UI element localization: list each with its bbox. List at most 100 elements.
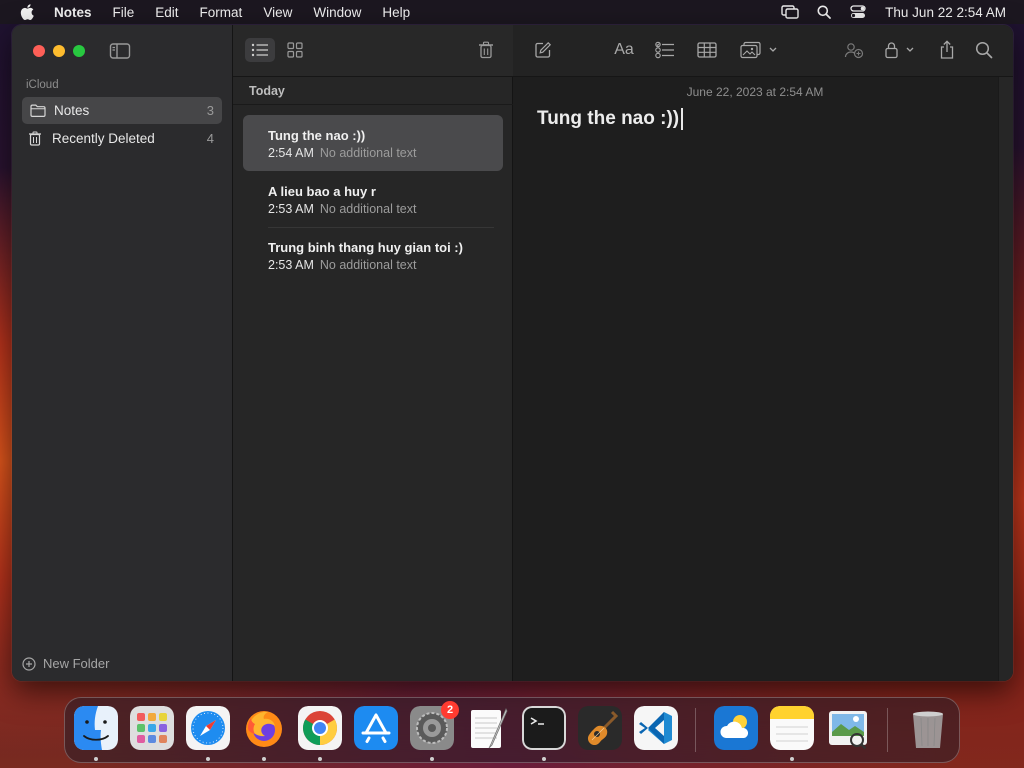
dock-trash[interactable] <box>906 706 950 750</box>
gallery-view-button[interactable] <box>280 38 310 62</box>
dock-garageband[interactable] <box>578 706 622 750</box>
folder-label: Recently Deleted <box>52 131 155 146</box>
delete-note-button[interactable] <box>475 38 497 62</box>
dock-weather[interactable] <box>714 706 758 750</box>
apple-menu-icon[interactable] <box>18 4 36 20</box>
note-time: 2:53 AM <box>268 202 314 216</box>
media-button[interactable] <box>739 39 781 61</box>
dock-app-store[interactable] <box>354 706 398 750</box>
trash-icon <box>479 41 493 59</box>
icloud-section-label: iCloud <box>26 79 59 91</box>
dock-textedit[interactable] <box>466 706 510 750</box>
checklist-button[interactable] <box>654 39 676 61</box>
menu-app-notes[interactable]: Notes <box>54 5 92 20</box>
weather-icon <box>714 706 758 750</box>
grid-icon <box>287 42 303 58</box>
compose-icon <box>535 41 552 58</box>
running-indicator <box>94 757 98 761</box>
terminal-icon <box>522 706 566 750</box>
lock-icon <box>885 42 914 59</box>
firefox-icon <box>246 711 282 747</box>
dock-divider <box>887 708 888 752</box>
dock-preview[interactable] <box>826 706 870 750</box>
dock-safari[interactable] <box>186 706 230 750</box>
sidebar-toggle-icon[interactable] <box>109 42 131 60</box>
menu-window[interactable]: Window <box>313 5 361 20</box>
menu-view[interactable]: View <box>263 5 292 20</box>
screen-mirroring-icon[interactable] <box>779 4 801 20</box>
list-icon <box>251 43 268 57</box>
photo-media-icon <box>740 41 777 59</box>
running-indicator <box>542 757 546 761</box>
note-date: June 22, 2023 at 2:54 AM <box>686 85 824 99</box>
share-button[interactable] <box>937 39 957 61</box>
table-button[interactable] <box>696 39 718 61</box>
note-editor-pane: Aa June 22, 2023 at 2:54 AM Tung the nao… <box>513 25 1013 681</box>
table-icon <box>697 42 717 58</box>
note-body-text-area[interactable]: Tung the nao :)) <box>537 108 683 130</box>
window-controls <box>33 45 93 57</box>
note-time: 2:54 AM <box>268 146 314 160</box>
editor-scrollbar[interactable] <box>998 77 1013 681</box>
dock-vscode[interactable] <box>634 706 678 750</box>
note-list-item[interactable]: Trung binh thang huy gian toi :) 2:53 AM… <box>243 227 503 283</box>
format-button[interactable]: Aa <box>612 39 636 61</box>
preview-icon <box>829 711 867 750</box>
menu-edit[interactable]: Edit <box>155 5 178 20</box>
dock-firefox[interactable] <box>242 706 286 750</box>
notification-badge: 2 <box>441 701 459 719</box>
menu-bar: Notes File Edit Format View Window Help … <box>0 0 1024 24</box>
dock-launchpad[interactable] <box>130 706 174 750</box>
collaborate-button[interactable] <box>843 39 865 61</box>
running-indicator <box>318 757 322 761</box>
folder-label: Notes <box>54 103 90 118</box>
window-minimize-button[interactable] <box>53 45 65 57</box>
folder-icon <box>30 104 46 118</box>
running-indicator <box>206 757 210 761</box>
note-preview: No additional text <box>319 258 417 272</box>
trash-icon <box>913 711 943 748</box>
new-folder-button[interactable]: New Folder <box>22 656 109 671</box>
vscode-icon <box>634 706 678 750</box>
menu-file[interactable]: File <box>113 5 135 20</box>
note-meta: 2:54 AM No additional text <box>268 146 503 160</box>
note-title: Tung the nao :)) <box>268 128 366 143</box>
dock-finder[interactable] <box>74 706 118 750</box>
running-indicator <box>262 757 266 761</box>
list-view-button[interactable] <box>245 38 275 62</box>
search-notes-button[interactable] <box>974 39 994 61</box>
spotlight-search-icon[interactable] <box>813 4 835 20</box>
window-zoom-button[interactable] <box>73 45 85 57</box>
control-center-icon[interactable] <box>847 4 869 20</box>
guitar-icon <box>578 706 622 750</box>
dock-terminal[interactable] <box>522 706 566 750</box>
note-list-pane: Today Tung the nao :)) 2:54 AM No additio… <box>233 25 513 681</box>
dock-notes[interactable] <box>770 706 814 750</box>
menu-help[interactable]: Help <box>382 5 410 20</box>
note-time: 2:53 AM <box>268 258 314 272</box>
share-icon <box>940 40 954 59</box>
note-meta: 2:53 AM No additional text <box>268 258 503 272</box>
note-list-item[interactable]: Tung the nao :)) 2:54 AM No additional te… <box>243 115 503 171</box>
collaborate-icon <box>844 43 864 59</box>
note-title: A lieu bao a huy r <box>268 184 376 199</box>
search-icon <box>975 41 993 59</box>
note-list-item[interactable]: A lieu bao a huy r 2:53 AM No additional … <box>243 171 503 227</box>
note-list-toolbar <box>233 25 513 77</box>
running-indicator <box>430 757 434 761</box>
safari-icon <box>186 706 230 750</box>
running-indicator <box>790 757 794 761</box>
window-close-button[interactable] <box>33 45 45 57</box>
lock-note-button[interactable] <box>884 39 918 61</box>
sidebar-folder-recently-deleted[interactable]: Recently Deleted 4 <box>22 125 222 152</box>
new-note-button[interactable] <box>533 39 553 61</box>
group-header-today: Today <box>233 77 513 105</box>
dock-chrome[interactable] <box>298 706 342 750</box>
folder-note-count: 4 <box>206 131 214 146</box>
checklist-icon <box>655 41 674 59</box>
menu-format[interactable]: Format <box>200 5 243 20</box>
menu-bar-clock[interactable]: Thu Jun 22 2:54 AM <box>885 5 1006 20</box>
sidebar-folder-notes[interactable]: Notes 3 <box>22 97 222 124</box>
folder-note-count: 3 <box>206 103 214 118</box>
editor-toolbar: Aa <box>513 25 1013 77</box>
